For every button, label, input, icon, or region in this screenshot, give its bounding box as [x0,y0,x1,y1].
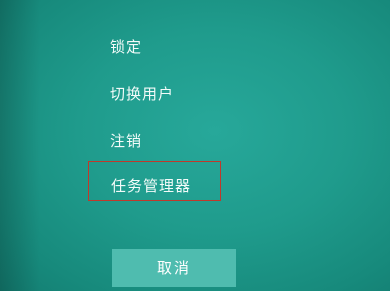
secure-attention-screen: 锁定 切换用户 注销 任务管理器 取消 [0,0,390,291]
task-manager-option[interactable]: 任务管理器 [111,176,191,196]
switch-user-option[interactable]: 切换用户 [110,84,174,104]
cancel-button[interactable]: 取消 [112,249,236,287]
sign-out-option[interactable]: 注销 [110,131,142,151]
options-menu: 锁定 切换用户 注销 任务管理器 [0,0,390,291]
lock-option[interactable]: 锁定 [110,37,142,57]
